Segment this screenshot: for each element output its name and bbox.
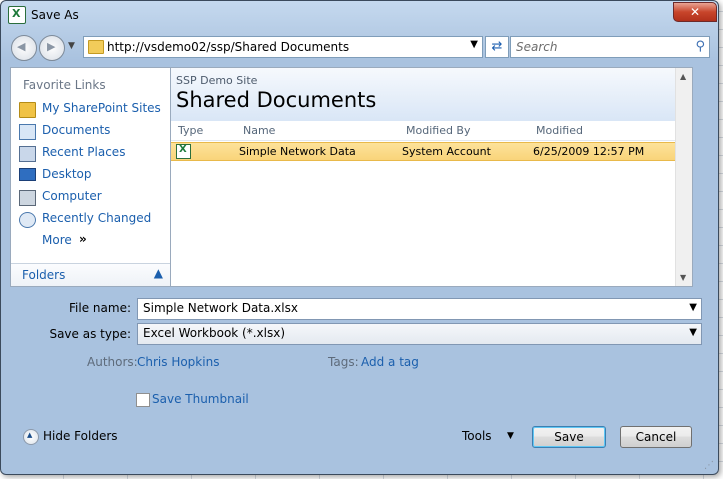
file-name-field[interactable]: Simple Network Data.xlsx ▼ <box>137 298 702 320</box>
recent-places-icon <box>19 146 36 162</box>
scroll-up-icon[interactable]: ▲ <box>680 72 686 81</box>
favorite-links-pane: Favorite Links My SharePoint Sites Docum… <box>10 67 170 287</box>
cancel-button[interactable]: Cancel <box>620 426 692 448</box>
modified-by-cell: System Account <box>402 145 491 158</box>
sidebar-item-label: Computer <box>42 189 102 203</box>
dialog-title: Save As <box>31 8 79 22</box>
desktop-icon <box>19 168 36 181</box>
save-thumbnail-checkbox[interactable] <box>136 393 150 407</box>
folder-icon <box>88 40 104 54</box>
sidebar-item-my-sharepoint-sites[interactable]: My SharePoint Sites <box>17 99 167 119</box>
sidebar-item-desktop[interactable]: Desktop <box>17 165 167 185</box>
column-header-modified-by[interactable]: Modified By <box>406 124 471 137</box>
save-as-type-label: Save as type: <box>49 327 131 341</box>
more-label: More <box>42 233 72 247</box>
table-row[interactable]: Simple Network Data System Account 6/25/… <box>171 142 692 161</box>
sidebar-item-more[interactable]: More » <box>17 231 167 251</box>
library-name: Shared Documents <box>176 88 377 112</box>
forward-button[interactable] <box>39 35 65 61</box>
recently-changed-icon <box>19 212 36 228</box>
save-button[interactable]: Save <box>532 426 606 448</box>
excel-file-icon <box>176 144 191 159</box>
search-input[interactable]: Search ⚲ <box>510 36 710 58</box>
column-header-name[interactable]: Name <box>243 124 275 137</box>
resize-grip-icon[interactable]: ⋰ <box>704 460 714 471</box>
folders-toggle[interactable]: Folders ▲ <box>11 263 170 286</box>
recent-pages-dropdown-icon[interactable]: ▼ <box>68 41 75 51</box>
favorite-links-title: Favorite Links <box>23 78 106 92</box>
excel-app-icon <box>8 6 26 24</box>
sidebar-item-label: My SharePoint Sites <box>42 101 161 115</box>
save-thumbnail-label[interactable]: Save Thumbnail <box>152 392 249 406</box>
tools-button[interactable]: Tools <box>462 429 492 443</box>
sidebar-item-label: Recent Places <box>42 145 126 159</box>
tags-value[interactable]: Add a tag <box>361 355 419 369</box>
documents-icon <box>19 124 36 140</box>
file-name-cell: Simple Network Data <box>239 145 356 158</box>
address-bar[interactable]: http://vsdemo02/ssp/Shared Documents ▼ <box>83 36 483 58</box>
authors-value[interactable]: Chris Hopkins <box>137 355 219 369</box>
tools-dropdown-icon[interactable]: ▼ <box>507 431 514 441</box>
sidebar-item-recent-places[interactable]: Recent Places <box>17 143 167 163</box>
vertical-scrollbar[interactable]: ▲ ▼ <box>675 68 692 286</box>
address-dropdown-icon[interactable]: ▼ <box>470 39 478 50</box>
address-text: http://vsdemo02/ssp/Shared Documents <box>107 40 350 54</box>
more-chevron-icon: » <box>79 232 87 246</box>
save-as-dialog: Save As ✕ ▼ http://vsdemo02/ssp/Shared D… <box>0 0 719 475</box>
file-name-label: File name: <box>69 301 131 315</box>
file-list-pane: SSP Demo Site Shared Documents Type Name… <box>170 67 693 287</box>
file-name-value: Simple Network Data.xlsx <box>143 301 298 315</box>
title-bar: Save As ✕ <box>1 1 718 29</box>
column-header-modified[interactable]: Modified <box>536 124 583 137</box>
search-placeholder: Search <box>516 40 558 54</box>
chevron-down-icon[interactable]: ▼ <box>689 327 697 338</box>
library-banner: SSP Demo Site Shared Documents <box>171 68 692 121</box>
sidebar-item-label: Desktop <box>42 167 92 181</box>
close-button[interactable]: ✕ <box>673 2 717 22</box>
chevron-down-icon[interactable]: ▼ <box>689 302 697 313</box>
search-icon[interactable]: ⚲ <box>695 39 705 54</box>
save-as-type-value: Excel Workbook (*.xlsx) <box>143 326 286 340</box>
site-name: SSP Demo Site <box>176 74 258 87</box>
navigation-bar: ▼ http://vsdemo02/ssp/Shared Documents ▼… <box>7 33 712 61</box>
computer-icon <box>19 190 36 206</box>
sidebar-item-label: Recently Changed <box>42 211 152 225</box>
column-header-type[interactable]: Type <box>178 124 203 137</box>
folders-label: Folders <box>22 268 66 282</box>
refresh-button[interactable]: ⇄ <box>485 36 509 58</box>
authors-label: Authors: <box>87 355 138 369</box>
save-as-type-select[interactable]: Excel Workbook (*.xlsx) ▼ <box>137 323 702 345</box>
sidebar-item-documents[interactable]: Documents <box>17 121 167 141</box>
hide-folders-icon[interactable] <box>23 429 39 445</box>
chevron-up-icon: ▲ <box>153 266 163 280</box>
hide-folders-button[interactable]: Hide Folders <box>43 429 118 443</box>
back-button[interactable] <box>11 35 37 61</box>
sidebar-item-computer[interactable]: Computer <box>17 187 167 207</box>
tags-label: Tags: <box>328 355 359 369</box>
modified-cell: 6/25/2009 12:57 PM <box>533 145 645 158</box>
scroll-down-icon[interactable]: ▼ <box>680 273 686 282</box>
sharepoint-sites-icon <box>19 102 36 118</box>
sidebar-item-label: Documents <box>42 123 111 137</box>
sidebar-item-recently-changed[interactable]: Recently Changed <box>17 209 167 229</box>
